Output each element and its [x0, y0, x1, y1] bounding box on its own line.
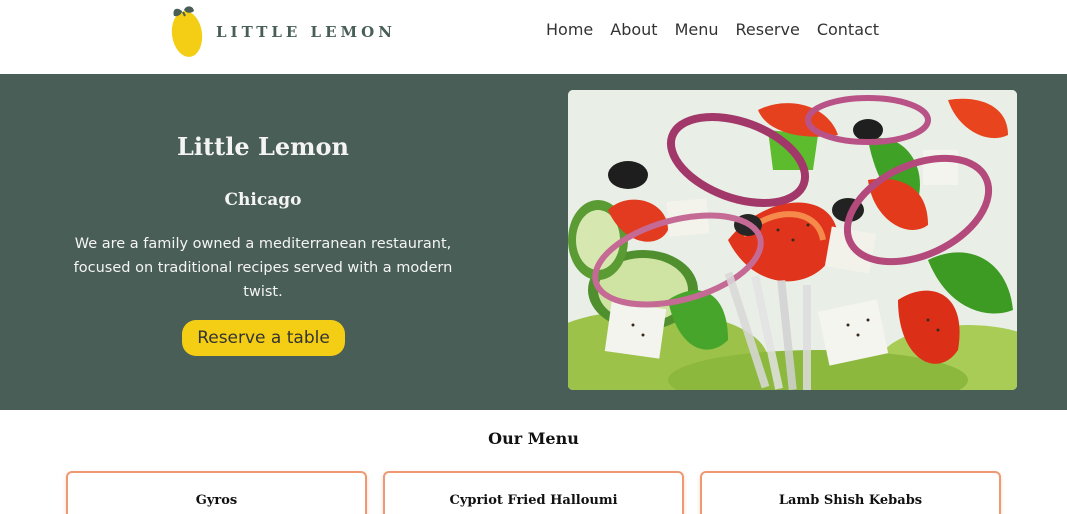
- menu-card-halloumi[interactable]: Cypriot Fried Halloumi: [383, 471, 684, 514]
- nav-contact[interactable]: Contact: [817, 20, 879, 40]
- main-nav: Home About Menu Reserve Contact: [546, 20, 879, 40]
- site-header: LITTLE LEMON Home About Menu Reserve Con…: [0, 0, 1067, 74]
- logo-text: LITTLE LEMON: [216, 23, 396, 41]
- logo[interactable]: LITTLE LEMON: [168, 2, 396, 60]
- menu-card-title: Lamb Shish Kebabs: [778, 493, 923, 508]
- hero-description: We are a family owned a mediterranean re…: [73, 236, 453, 300]
- hero-salad-image: [568, 90, 1017, 390]
- hero-city: Chicago: [224, 190, 302, 210]
- hero-title: Little Lemon: [177, 132, 349, 161]
- menu-card-gyros[interactable]: Gyros: [66, 471, 367, 514]
- nav-menu[interactable]: Menu: [675, 20, 719, 40]
- menu-card-title: Cypriot Fried Halloumi: [449, 493, 618, 508]
- menu-card-title: Gyros: [195, 493, 238, 508]
- nav-reserve[interactable]: Reserve: [736, 20, 800, 40]
- hero-section: Little Lemon Chicago We are a family own…: [0, 74, 1067, 410]
- reserve-table-button[interactable]: Reserve a table: [182, 320, 345, 356]
- nav-home[interactable]: Home: [546, 20, 593, 40]
- menu-section-title: Our Menu: [488, 429, 579, 448]
- nav-about[interactable]: About: [610, 20, 657, 40]
- lemon-icon: [168, 2, 208, 60]
- menu-card-kebabs[interactable]: Lamb Shish Kebabs: [700, 471, 1001, 514]
